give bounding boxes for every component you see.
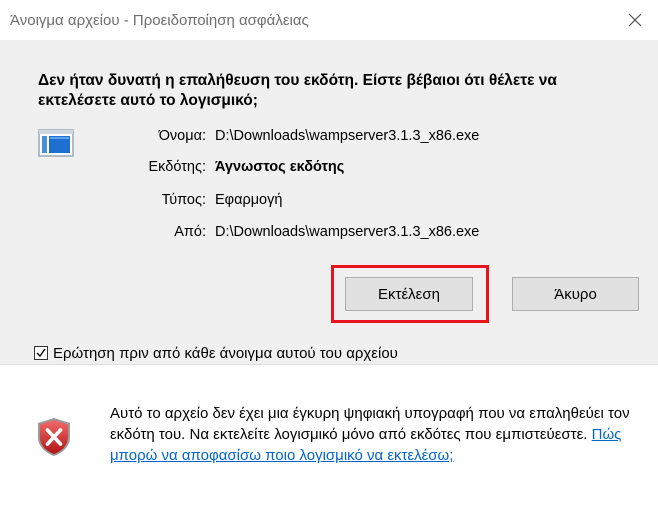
from-value: D:\Downloads\wampserver3.1.3_x86.exe [215,224,480,240]
cancel-button[interactable]: Άκυρο [512,277,639,311]
ask-before-open-label: Ερώτηση πριν από κάθε άνοιγμα αυτού του … [53,344,398,362]
title-bar: Άνοιγμα αρχείου - Προειδοποίηση ασφάλεια… [0,0,658,40]
warning-headline: Δεν ήταν δυνατή η επαλήθευση του εκδότη.… [38,72,557,109]
security-shield-icon [38,418,70,456]
file-name-label: Όνομα: [158,128,206,144]
from-row: Από: D:\Downloads\wampserver3.1.3_x86.ex… [0,223,658,241]
ask-before-open-checkbox[interactable] [34,346,48,360]
from-label: Από: [174,224,206,240]
run-button[interactable]: Εκτέλεση [345,277,473,311]
publisher-value: Άγνωστος εκδότης [215,159,345,175]
close-icon [628,13,642,27]
checkmark-icon [36,348,46,358]
publisher-label: Εκδότης: [148,159,206,175]
close-button[interactable] [612,0,658,40]
publisher-row: Εκδότης: Άγνωστος εκδότης [0,158,658,176]
type-value: Εφαρμογή [215,192,283,208]
footer-text: Αυτό το αρχείο δεν έχει μια έγκυρη ψηφια… [110,405,630,443]
footer-panel: Αυτό το αρχείο δεν έχει μια έγκυρη ψηφια… [0,365,658,505]
type-label: Τύπος: [161,192,206,208]
security-warning-dialog: Άνοιγμα αρχείου - Προειδοποίηση ασφάλεια… [0,0,658,505]
file-name-value: D:\Downloads\wampserver3.1.3_x86.exe [215,128,480,144]
window-title: Άνοιγμα αρχείου - Προειδοποίηση ασφάλεια… [10,12,309,29]
ask-before-open-option[interactable]: Ερώτηση πριν από κάθε άνοιγμα αυτού του … [34,343,398,363]
footer-message: Αυτό το αρχείο δεν έχει μια έγκυρη ψηφια… [110,403,630,466]
main-panel: Δεν ήταν δυνατή η επαλήθευση του εκδότη.… [0,40,658,365]
type-row: Τύπος: Εφαρμογή [0,191,658,209]
file-name-row: Όνομα: D:\Downloads\wampserver3.1.3_x86.… [0,127,658,145]
